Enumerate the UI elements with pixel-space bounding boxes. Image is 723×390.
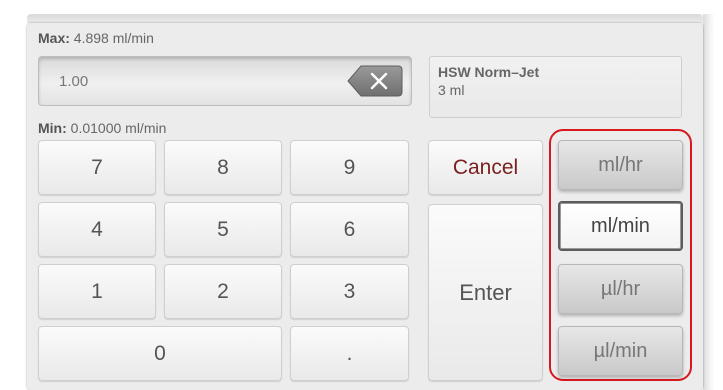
unit-option-ml-hr[interactable]: ml/hr bbox=[558, 140, 683, 190]
unit-option-ul-hr[interactable]: µl/hr bbox=[558, 264, 683, 314]
keypad-key-9[interactable]: 9 bbox=[290, 140, 409, 195]
min-rate-value: 0.01000 ml/min bbox=[70, 120, 167, 136]
min-rate-label: Min: 0.01000 ml/min bbox=[38, 120, 166, 136]
rate-input-value: 1.00 bbox=[59, 73, 89, 90]
keypad-key-3[interactable]: 3 bbox=[290, 264, 409, 319]
max-rate-value: 4.898 ml/min bbox=[73, 30, 154, 46]
keypad-key-2[interactable]: 2 bbox=[164, 264, 282, 319]
enter-button[interactable]: Enter bbox=[428, 204, 543, 381]
keypad-key-7[interactable]: 7 bbox=[38, 140, 156, 195]
unit-option-ml-min[interactable]: ml/min bbox=[558, 201, 683, 251]
keypad-key-5[interactable]: 5 bbox=[164, 202, 282, 257]
backspace-clear-icon[interactable] bbox=[347, 65, 403, 97]
keypad-key-8[interactable]: 8 bbox=[164, 140, 282, 195]
cancel-button[interactable]: Cancel bbox=[428, 140, 543, 195]
syringe-volume: 3 ml bbox=[438, 82, 465, 98]
unit-option-ul-min[interactable]: µl/min bbox=[558, 326, 683, 376]
syringe-info-box: HSW Norm–Jet 3 ml bbox=[429, 56, 682, 118]
max-prefix: Max: bbox=[38, 30, 70, 46]
keypad-key-1[interactable]: 1 bbox=[38, 264, 156, 319]
rate-input-field[interactable]: 1.00 bbox=[38, 56, 412, 106]
keypad-key-6[interactable]: 6 bbox=[290, 202, 409, 257]
keypad-key-0[interactable]: 0 bbox=[38, 326, 282, 381]
min-prefix: Min: bbox=[38, 120, 67, 136]
window-top-bar bbox=[27, 14, 703, 23]
keypad-key-4[interactable]: 4 bbox=[38, 202, 156, 257]
window-right-edge bbox=[703, 14, 715, 390]
keypad-key-decimal[interactable]: . bbox=[290, 326, 409, 381]
syringe-name: HSW Norm–Jet bbox=[438, 64, 540, 80]
max-rate-label: Max: 4.898 ml/min bbox=[38, 30, 154, 46]
